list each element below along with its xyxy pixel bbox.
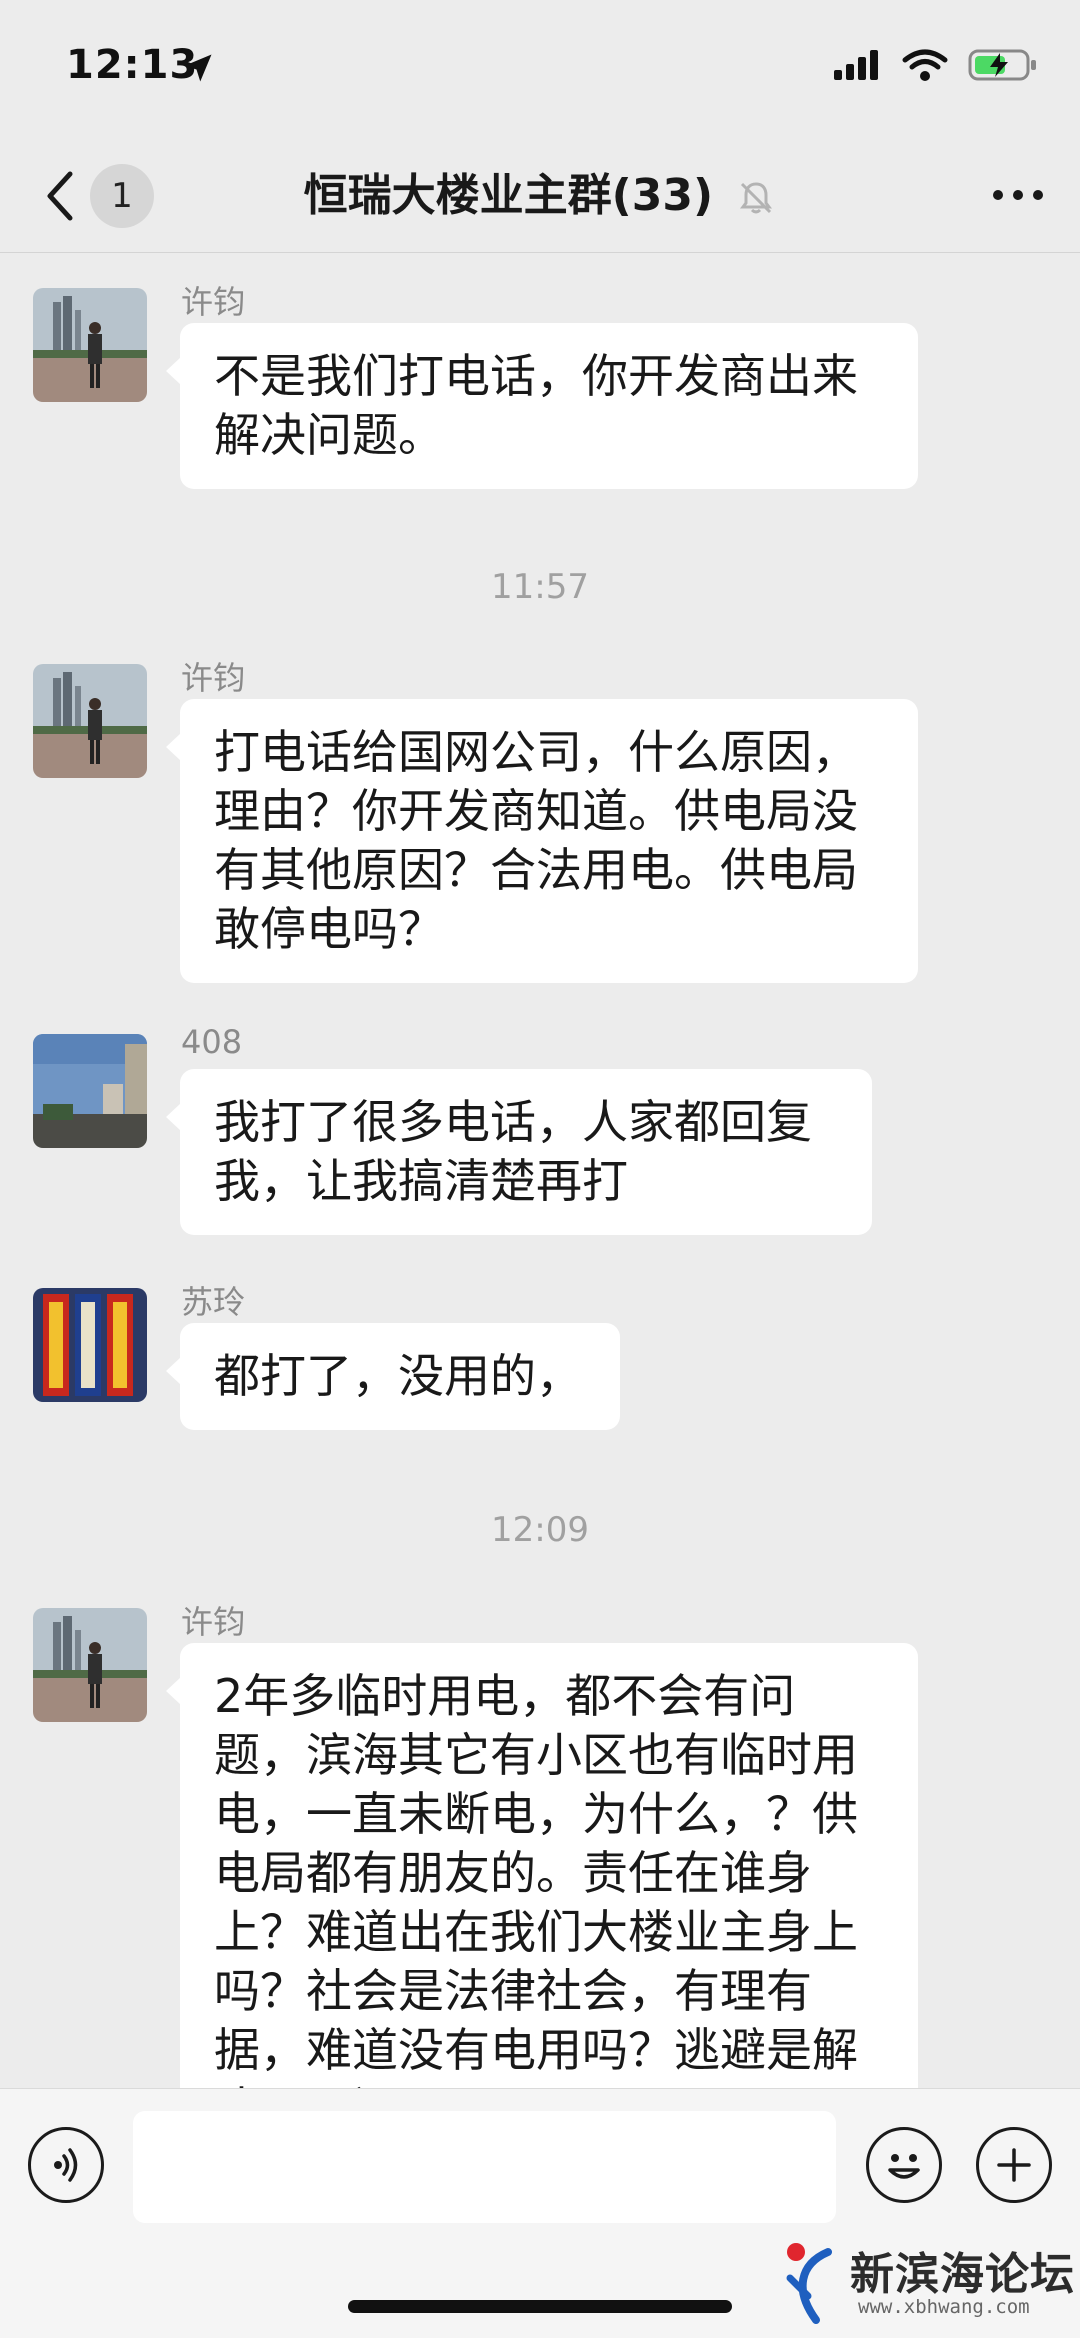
message-bubble[interactable]: 2年多临时用电，都不会有问题，滨海其它有小区也有临时用电，一直未断电，为什么，？…	[166, 1643, 918, 2088]
voice-button[interactable]	[28, 2127, 104, 2203]
message-bubble[interactable]: 打电话给国网公司，什么原因，理由？你开发商知道。供电局没有其他原因？合法用电。供…	[166, 699, 918, 983]
sender-name: 许钧	[181, 659, 246, 697]
chat-header: 1 恒瑞大楼业主群(33)	[0, 140, 1080, 253]
timestamp: 11:57	[491, 567, 589, 607]
status-bar: 12:13	[0, 0, 1080, 140]
message-bubble[interactable]: 我打了很多电话，人家都回复我，让我搞清楚再打	[166, 1069, 872, 1235]
status-time: 12:13	[66, 42, 199, 88]
more-dots-icon[interactable]	[990, 180, 1046, 210]
avatar[interactable]	[33, 664, 147, 778]
watermark-url: www.xbhwang.com	[858, 2296, 1030, 2318]
emoji-icon	[888, 2154, 920, 2179]
timestamp: 12:09	[491, 1510, 589, 1550]
avatar[interactable]	[33, 1608, 147, 1722]
avatar[interactable]	[33, 1034, 147, 1148]
bell-slash-icon	[740, 182, 773, 214]
battery-charging-icon	[968, 49, 1036, 81]
message-input[interactable]	[133, 2111, 836, 2223]
location-arrow-icon	[184, 54, 212, 82]
wifi-icon	[902, 49, 948, 81]
sender-name: 许钧	[181, 1603, 246, 1641]
plus-icon	[997, 2148, 1031, 2182]
plus-button[interactable]	[976, 2127, 1052, 2203]
sender-name: 408	[181, 1023, 243, 1061]
watermark: 新滨海论坛 www.xbhwang.com	[780, 2232, 1080, 2337]
chat-title-wrap: 恒瑞大楼业主群(33)	[0, 164, 1080, 228]
emoji-button[interactable]	[866, 2127, 942, 2203]
chat-title: 恒瑞大楼业主群(33)	[303, 170, 714, 221]
voice-icon	[54, 2148, 78, 2182]
watermark-logo-icon	[786, 2243, 832, 2324]
message-list[interactable]: 许钧 不是我们打电话，你开发商出来解决问题。 11:57 许钧 打电话给国网公司…	[0, 253, 1080, 2088]
avatar[interactable]	[33, 1288, 147, 1402]
cellular-signal-icon	[834, 50, 878, 80]
sender-name: 苏玲	[181, 1283, 246, 1321]
status-indicators	[832, 48, 1038, 82]
home-indicator	[348, 2300, 732, 2313]
watermark-name: 新滨海论坛	[850, 2249, 1075, 2300]
message-bubble[interactable]: 都打了，没用的，	[166, 1323, 620, 1430]
avatar[interactable]	[33, 288, 147, 402]
sender-name: 许钧	[181, 283, 246, 321]
message-bubble[interactable]: 不是我们打电话，你开发商出来解决问题。	[166, 323, 918, 489]
